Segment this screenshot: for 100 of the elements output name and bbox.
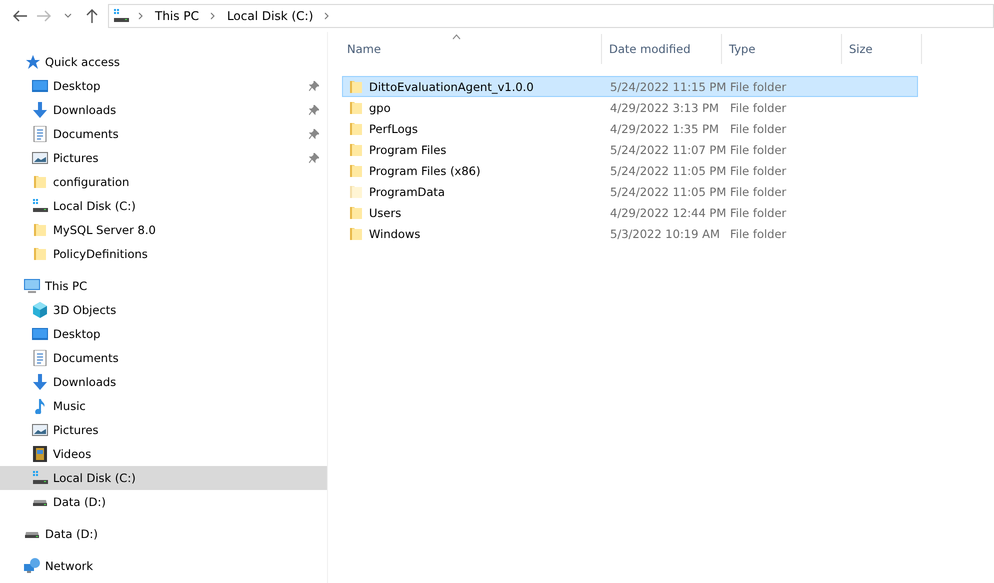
pictures-icon: [32, 422, 48, 438]
file-row[interactable]: gpo 4/29/2022 3:13 PM File folder: [342, 97, 918, 118]
sidebar-item[interactable]: This PC: [0, 274, 327, 298]
left-arrow-icon: [13, 10, 27, 22]
pin-icon[interactable]: [309, 129, 319, 139]
sort-ascending-icon: [452, 34, 461, 40]
date-modified: 4/29/2022 12:44 PM: [609, 206, 725, 220]
star-icon: [24, 54, 40, 70]
documents-icon: [32, 350, 48, 366]
sidebar-item[interactable]: Downloads: [0, 98, 327, 122]
sidebar-item[interactable]: Documents: [0, 122, 327, 146]
sidebar-item[interactable]: Music: [0, 394, 327, 418]
sidebar-item[interactable]: Pictures: [0, 146, 327, 170]
sysdrive-icon: [32, 198, 48, 214]
up-arrow-icon: [86, 9, 98, 23]
date-modified: 4/29/2022 1:35 PM: [609, 122, 720, 136]
file-type: File folder: [729, 184, 788, 198]
column-header[interactable]: Name: [340, 34, 602, 64]
pc-icon: [24, 278, 40, 294]
sidebar-item[interactable]: Network: [0, 554, 327, 578]
file-type: File folder: [729, 80, 788, 94]
sidebar-item[interactable]: Data (D:): [0, 522, 327, 546]
folder-icon: [348, 120, 364, 136]
sysdrive-icon: [32, 470, 48, 486]
documents-icon: [32, 126, 48, 142]
date-modified: 5/24/2022 11:05 PM: [609, 184, 725, 198]
date-modified: 5/24/2022 11:07 PM: [609, 142, 725, 156]
column-header[interactable]: Date modified: [602, 34, 722, 64]
address-bar[interactable]: This PC Local Disk (C:): [108, 4, 994, 28]
file-row[interactable]: Windows 5/3/2022 10:19 AM File folder: [342, 223, 918, 244]
file-name: Program Files: [369, 142, 446, 156]
file-row[interactable]: Program Files (x86) 5/24/2022 11:05 PM File folder: [342, 160, 918, 181]
file-name: PerfLogs: [369, 122, 418, 136]
folder-icon: [348, 100, 364, 116]
folder-icon: [348, 226, 364, 242]
sidebar-item[interactable]: configuration: [0, 170, 327, 194]
file-type: File folder: [729, 226, 788, 240]
file-type: File folder: [729, 142, 788, 156]
right-arrow-icon: [37, 10, 51, 22]
file-row[interactable]: ProgramData 5/24/2022 11:05 PM File folder: [342, 181, 918, 202]
folder-icon: [348, 204, 364, 220]
folder-icon: [348, 162, 364, 178]
file-name: DittoEvaluationAgent_v1.0.0: [369, 80, 534, 94]
file-name: Users: [369, 206, 402, 220]
sidebar-item[interactable]: Data (D:): [0, 490, 327, 514]
pin-icon[interactable]: [309, 81, 319, 91]
file-row[interactable]: DittoEvaluationAgent_v1.0.0 5/24/2022 11:15 PM File folder: [342, 76, 918, 97]
date-modified: 5/3/2022 10:19 AM: [609, 226, 721, 240]
sysdrive-icon: [113, 8, 129, 24]
sidebar-item[interactable]: Desktop: [0, 322, 327, 346]
column-header[interactable]: Size: [842, 34, 922, 64]
date-modified: 5/24/2022 11:15 PM: [609, 80, 725, 94]
sidebar-item[interactable]: Downloads: [0, 370, 327, 394]
sidebar-item[interactable]: Local Disk (C:): [0, 466, 327, 490]
file-type: File folder: [729, 164, 788, 178]
caret-icon: [64, 13, 72, 19]
sidebar-item[interactable]: Documents: [0, 346, 327, 370]
file-name: ProgramData: [369, 184, 445, 198]
pin-icon[interactable]: [309, 153, 319, 163]
file-row[interactable]: Users 4/29/2022 12:44 PM File folder: [342, 202, 918, 223]
column-header[interactable]: Type: [722, 34, 842, 64]
breadcrumb[interactable]: This PC: [153, 9, 201, 23]
folder-icon: [348, 184, 364, 200]
sidebar-item[interactable]: Videos: [0, 442, 327, 466]
file-row[interactable]: Program Files 5/24/2022 11:07 PM File folder: [342, 139, 918, 160]
file-name: Program Files (x86): [369, 164, 480, 178]
chevron-icon: [323, 12, 332, 20]
pictures-icon: [32, 150, 48, 166]
file-name: Windows: [369, 226, 420, 240]
file-row[interactable]: PerfLogs 4/29/2022 1:35 PM File folder: [342, 118, 918, 139]
file-type: File folder: [729, 122, 788, 136]
file-name: gpo: [369, 100, 391, 114]
download-icon: [32, 102, 48, 118]
folder-icon: [32, 222, 48, 238]
desktop-icon: [32, 78, 48, 94]
sidebar-item[interactable]: PolicyDefinitions: [0, 242, 327, 266]
chevron-icon: [208, 12, 217, 20]
file-type: File folder: [729, 206, 788, 220]
sidebar-item[interactable]: Quick access: [0, 50, 327, 74]
folder-icon: [32, 174, 48, 190]
sidebar-item[interactable]: MySQL Server 8.0: [0, 218, 327, 242]
sidebar-item[interactable]: Desktop: [0, 74, 327, 98]
date-modified: 4/29/2022 3:13 PM: [609, 100, 720, 114]
drive-icon: [24, 530, 40, 538]
cube-icon: [32, 302, 48, 318]
chevron-icon: [137, 12, 145, 20]
date-modified: 5/24/2022 11:05 PM: [609, 164, 725, 178]
folder-icon: [348, 142, 364, 158]
folder-icon: [32, 246, 48, 262]
drive-icon: [32, 498, 48, 506]
network-icon: [24, 558, 40, 574]
sidebar-item[interactable]: 3D Objects: [0, 298, 327, 322]
file-type: File folder: [729, 100, 788, 114]
sidebar-item[interactable]: Local Disk (C:): [0, 194, 327, 218]
pin-icon[interactable]: [309, 105, 319, 115]
breadcrumb[interactable]: Local Disk (C:): [224, 9, 316, 23]
download-icon: [32, 374, 48, 390]
folder-icon: [348, 78, 364, 94]
desktop-icon: [32, 326, 48, 342]
sidebar-item[interactable]: Pictures: [0, 418, 327, 442]
